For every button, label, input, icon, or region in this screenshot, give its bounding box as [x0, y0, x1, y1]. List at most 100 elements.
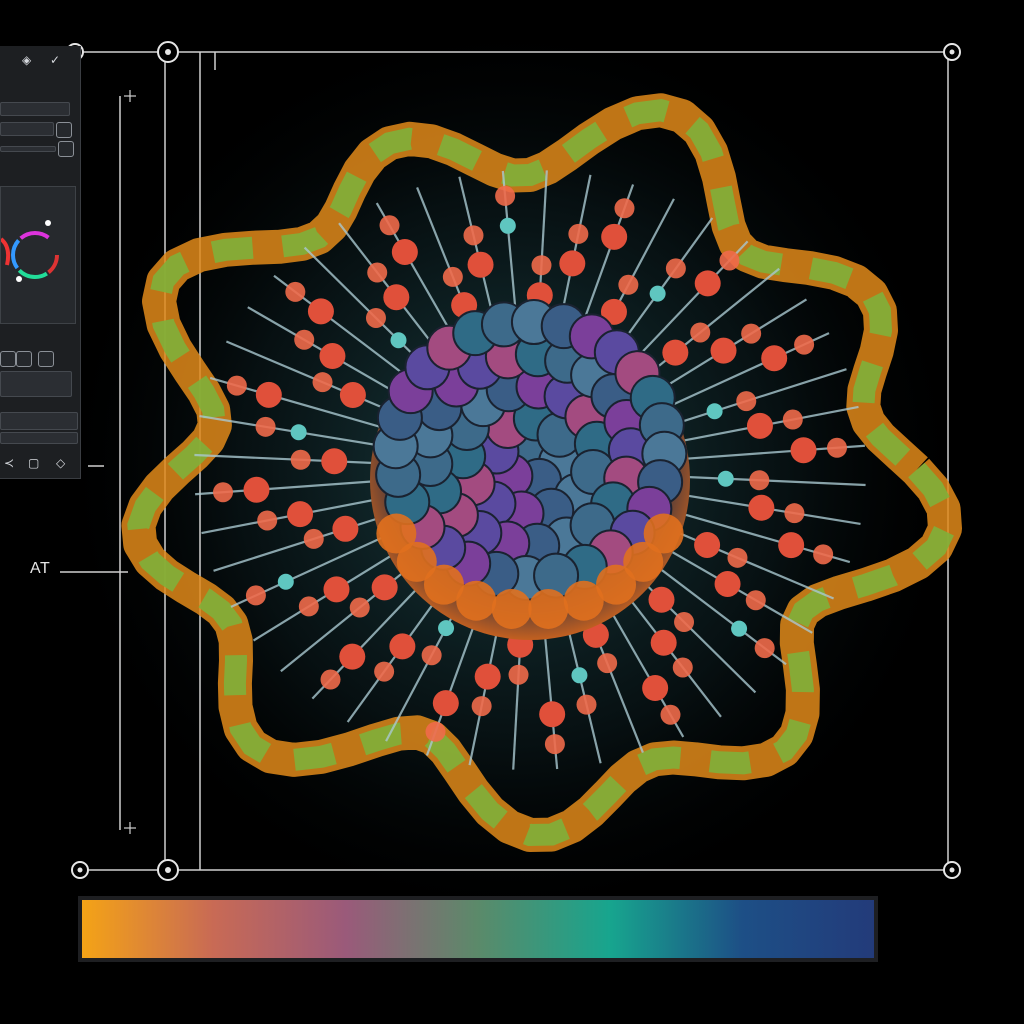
- head-bead: [649, 285, 666, 302]
- core-sphere-warm: [528, 588, 569, 629]
- head-bead: [474, 663, 501, 690]
- head-bead: [674, 612, 695, 633]
- head-bead: [421, 645, 442, 666]
- head-bead: [226, 375, 247, 396]
- head-bead: [332, 515, 359, 542]
- core-sphere-warm: [376, 513, 417, 554]
- head-bead: [303, 528, 324, 549]
- head-bead: [442, 266, 463, 287]
- color-gradient-bar[interactable]: [78, 896, 878, 962]
- visibility-icon[interactable]: ◈: [22, 53, 31, 67]
- head-bead: [597, 653, 618, 674]
- head-bead: [257, 510, 278, 531]
- head-bead: [571, 667, 588, 684]
- head-bead: [648, 586, 675, 613]
- head-bead: [298, 596, 319, 617]
- head-bead: [277, 573, 294, 590]
- head-bead: [717, 470, 734, 487]
- head-bead: [618, 274, 639, 295]
- head-bead: [601, 223, 628, 250]
- head-bead: [761, 345, 788, 372]
- blend-dropdown[interactable]: [0, 371, 72, 397]
- head-bead: [389, 633, 416, 660]
- head-bead: [285, 281, 306, 302]
- mode-dropdown[interactable]: [0, 412, 78, 430]
- color-wheel[interactable]: [0, 187, 75, 323]
- head-bead: [339, 643, 366, 670]
- head-bead: [741, 323, 762, 344]
- measure-label: AT: [30, 560, 51, 577]
- head-bead: [694, 270, 721, 297]
- head-bead: [379, 215, 400, 236]
- core-sphere-warm: [563, 580, 604, 621]
- head-bead: [662, 339, 689, 366]
- lock-icon[interactable]: [56, 122, 72, 138]
- head-bead: [642, 675, 669, 702]
- head-bead: [813, 544, 834, 565]
- head-bead: [290, 424, 307, 441]
- amount-field[interactable]: [0, 432, 78, 444]
- head-bead: [390, 332, 407, 349]
- head-bead: [371, 574, 398, 601]
- head-bead: [736, 391, 757, 412]
- head-bead: [727, 547, 748, 568]
- protein-core: [370, 299, 690, 640]
- reset-icon[interactable]: [58, 141, 74, 157]
- head-bead: [748, 494, 775, 521]
- head-bead: [690, 322, 711, 343]
- head-bead: [508, 664, 529, 685]
- checkmark-icon[interactable]: ✓: [50, 53, 60, 67]
- head-bead: [665, 258, 686, 279]
- head-bead: [307, 298, 334, 325]
- head-bead: [367, 262, 388, 283]
- head-bead: [826, 437, 847, 458]
- head-bead: [495, 185, 516, 206]
- color-wheel-panel: [0, 186, 76, 324]
- head-bead: [255, 416, 276, 437]
- head-bead: [365, 307, 386, 328]
- head-bead: [790, 437, 817, 464]
- head-bead: [321, 448, 348, 475]
- head-bead: [319, 343, 346, 370]
- head-bead: [255, 381, 282, 408]
- head-bead: [425, 721, 446, 742]
- head-bead: [213, 482, 234, 503]
- head-bead: [778, 532, 805, 559]
- head-bead: [539, 701, 566, 728]
- head-bead: [559, 250, 586, 277]
- name-field[interactable]: [0, 102, 70, 116]
- head-bead: [754, 638, 775, 659]
- swatch-b[interactable]: [16, 351, 32, 367]
- opacity-slider[interactable]: [0, 146, 56, 152]
- side-tool-panel: ◈ ✓ ≺ ▢ ◇: [0, 46, 81, 479]
- swatch-c[interactable]: [38, 351, 54, 367]
- head-bead: [749, 470, 770, 491]
- head-bead: [467, 251, 494, 278]
- head-bead: [694, 531, 721, 558]
- head-bead: [746, 412, 773, 439]
- fill-icon[interactable]: ◇: [56, 456, 65, 470]
- head-bead: [339, 382, 366, 409]
- head-bead: [374, 661, 395, 682]
- share-icon[interactable]: ≺: [4, 456, 14, 470]
- head-bead: [660, 704, 681, 725]
- head-bead: [320, 669, 341, 690]
- copy-icon[interactable]: ▢: [28, 456, 39, 470]
- head-bead: [568, 223, 589, 244]
- head-bead: [294, 329, 315, 350]
- swatch-a[interactable]: [0, 351, 16, 367]
- head-bead: [287, 501, 314, 528]
- path-field[interactable]: [0, 122, 54, 136]
- head-bead: [544, 734, 565, 755]
- head-bead: [784, 503, 805, 524]
- head-bead: [782, 409, 803, 430]
- head-bead: [672, 657, 693, 678]
- head-bead: [290, 449, 311, 470]
- head-bead: [243, 476, 270, 503]
- head-bead: [719, 250, 740, 271]
- head-bead: [312, 372, 333, 393]
- head-bead: [531, 255, 552, 276]
- head-bead: [614, 198, 635, 219]
- head-bead: [714, 570, 741, 597]
- head-bead: [576, 694, 597, 715]
